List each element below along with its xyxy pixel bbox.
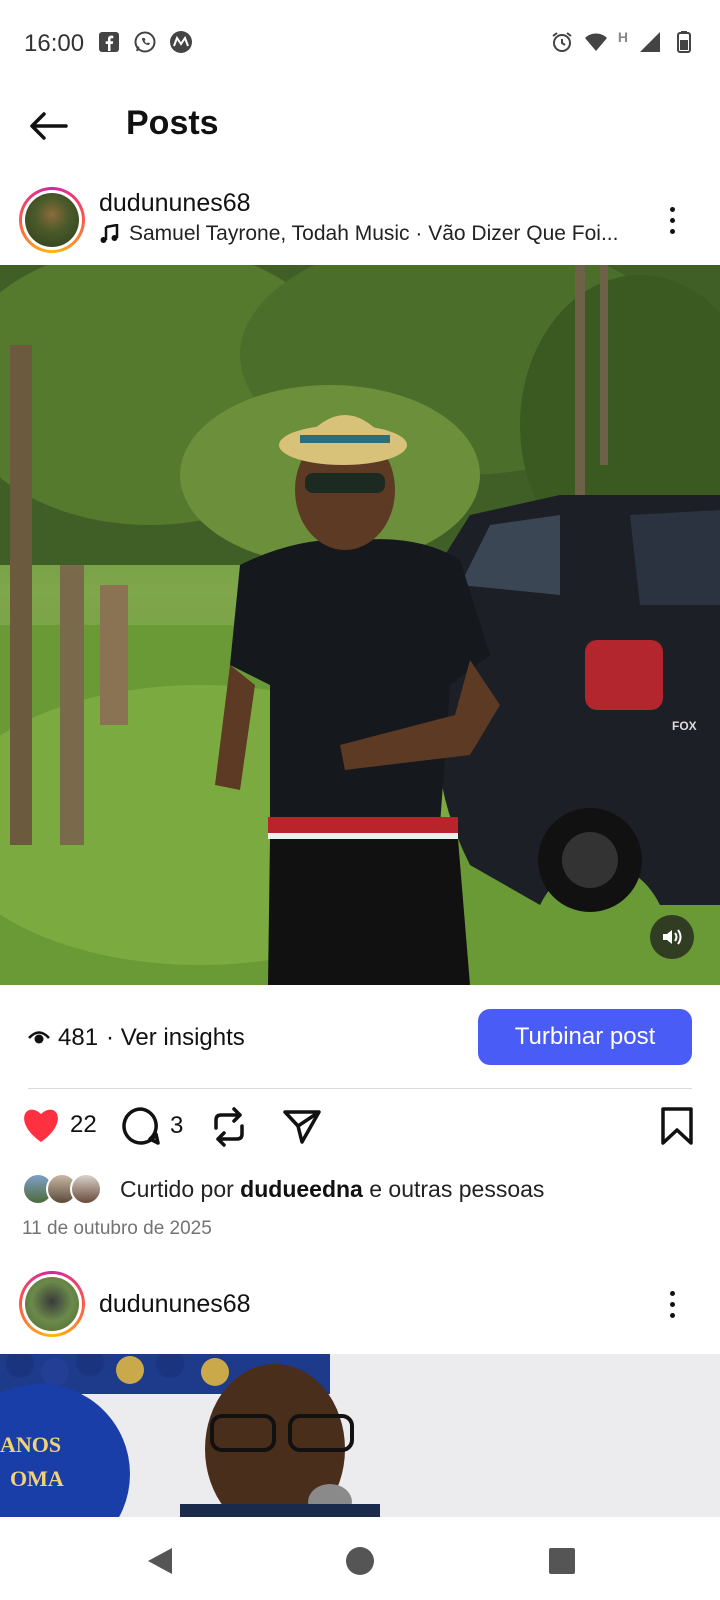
- likes-count: 22: [70, 1111, 97, 1138]
- post-username[interactable]: dudununes68: [99, 1290, 251, 1319]
- music-note-icon: [100, 224, 119, 243]
- post-date: 11 de outubro de 2025: [22, 1218, 212, 1239]
- banner-text: OMA: [10, 1466, 64, 1491]
- banner-text: ANOS: [0, 1432, 61, 1457]
- alarm-icon: [552, 32, 572, 52]
- bookmark-icon: [661, 1107, 693, 1145]
- car-badge: FOX: [672, 719, 697, 733]
- signal-icon: [640, 32, 660, 52]
- like-button[interactable]: 22: [20, 1106, 97, 1144]
- facebook-icon: [99, 32, 119, 52]
- back-button[interactable]: [24, 104, 72, 148]
- post-header: dudununes68: [0, 1264, 720, 1344]
- more-options-button[interactable]: [660, 200, 684, 240]
- system-nav-bar: [0, 1517, 720, 1600]
- post-photo[interactable]: FOX: [0, 265, 720, 985]
- save-button[interactable]: [660, 1106, 694, 1146]
- app-header: Posts: [0, 86, 720, 166]
- avatar[interactable]: [19, 1271, 85, 1337]
- avatar: [70, 1173, 102, 1205]
- square-recents-icon: [549, 1548, 575, 1574]
- photo-illustration: ANOS OMA: [0, 1354, 720, 1517]
- post-username[interactable]: dudununes68: [99, 189, 251, 218]
- photo-illustration: FOX: [0, 265, 720, 985]
- network-h-icon: H: [617, 29, 628, 45]
- wifi-icon: [584, 33, 607, 51]
- repost-icon: [214, 1107, 244, 1147]
- post-header: dudununes68 Samuel Tayrone, Todah Music …: [0, 180, 720, 260]
- eye-icon: [28, 1031, 50, 1044]
- view-insights-link[interactable]: 481 · Ver insights: [28, 1024, 245, 1052]
- more-options-button[interactable]: [660, 1284, 684, 1324]
- triangle-back-icon: [148, 1548, 172, 1574]
- insights-label: · Ver insights: [106, 1024, 245, 1051]
- liked-by-row[interactable]: Curtido por dudueedna e outras pessoas: [22, 1173, 544, 1205]
- liked-by-prefix: Curtido por: [120, 1175, 234, 1202]
- boost-post-button[interactable]: Turbinar post: [478, 1009, 692, 1065]
- views-count: 481: [58, 1024, 99, 1051]
- status-bar: 16:00 H: [0, 0, 720, 86]
- comments-count: 3: [170, 1112, 184, 1139]
- motorola-icon: [170, 31, 192, 53]
- comment-button[interactable]: 3: [120, 1106, 183, 1146]
- avatar[interactable]: [19, 187, 85, 253]
- nav-home-button[interactable]: [340, 1541, 380, 1581]
- repost-button[interactable]: [210, 1106, 248, 1148]
- nav-recents-button[interactable]: [542, 1541, 582, 1581]
- insights-row: 481 · Ver insights Turbinar post: [0, 1008, 720, 1068]
- liked-by-user[interactable]: dudueedna: [240, 1176, 363, 1202]
- comment-icon: [122, 1107, 160, 1145]
- speaker-icon: [663, 929, 682, 945]
- post-actions: 22 3: [0, 1106, 720, 1154]
- battery-icon: [677, 31, 691, 53]
- send-icon: [283, 1110, 321, 1144]
- nav-back-button[interactable]: [140, 1541, 180, 1581]
- share-button[interactable]: [282, 1106, 322, 1146]
- liked-by-text: Curtido por dudueedna e outras pessoas: [120, 1176, 544, 1203]
- arrow-left-icon: [30, 112, 68, 140]
- divider: [28, 1088, 692, 1089]
- status-time: 16:00: [24, 30, 85, 57]
- music-label: Samuel Tayrone, Todah Music · Vão Dizer …: [129, 222, 619, 245]
- sound-toggle-button[interactable]: [650, 915, 694, 959]
- liked-by-suffix: e outras pessoas: [369, 1175, 545, 1202]
- whatsapp-icon: [134, 31, 156, 53]
- heart-filled-icon: [24, 1109, 58, 1142]
- page-title: Posts: [126, 104, 219, 142]
- circle-home-icon: [346, 1547, 374, 1575]
- music-info[interactable]: Samuel Tayrone, Todah Music · Vão Dizer …: [99, 222, 618, 246]
- post-photo[interactable]: ANOS OMA: [0, 1354, 720, 1517]
- liker-avatars: [22, 1173, 102, 1205]
